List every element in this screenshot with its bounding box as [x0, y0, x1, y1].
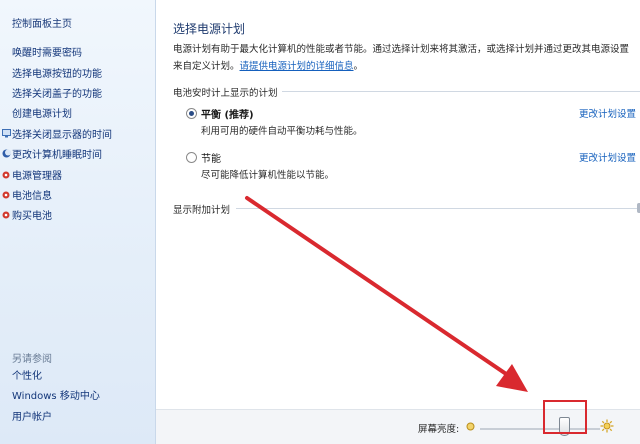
sidebar-item-label: 唤醒时需要密码 — [12, 48, 82, 60]
sidebar-item-display-off[interactable]: 选择关闭显示器的时间 — [0, 126, 155, 146]
sidebar-link-mobility-center[interactable]: Windows 移动中心 — [0, 387, 155, 407]
bright-sun-icon — [600, 419, 614, 436]
see-also-links: 个性化 Windows 移动中心 用户帐户 — [0, 367, 155, 428]
annotation-highlight-box — [543, 400, 587, 434]
plans-group-label: 电池安时计上显示的计划 — [173, 85, 282, 99]
monitor-icon — [0, 126, 12, 146]
change-plan-settings-link[interactable]: 更改计划设置 — [579, 106, 636, 120]
moon-icon — [0, 146, 12, 166]
sidebar-item-create-plan[interactable]: 创建电源计划 — [0, 105, 155, 125]
sidebar-item-label: 电池信息 — [12, 190, 52, 202]
sidebar-item-label: 选择关闭显示器的时间 — [12, 129, 112, 141]
sidebar-item-battery-info[interactable]: 电池信息 — [0, 187, 155, 207]
sidebar-item-label: 购买电池 — [12, 211, 52, 223]
plan-name[interactable]: 平衡 (推荐) — [201, 106, 254, 121]
description-end: 。 — [353, 61, 364, 72]
plan-description: 尽可能降低计算机性能以节能。 — [201, 170, 335, 181]
plan-balanced-radio[interactable] — [186, 108, 197, 119]
additional-plans-divider — [236, 208, 640, 209]
plan-power-saver-radio[interactable] — [186, 152, 197, 163]
sidebar-item-lid-close[interactable]: 选择关闭盖子的功能 — [0, 85, 155, 105]
dim-sun-icon — [466, 422, 475, 434]
sidebar-tasks: 唤醒时需要密码 选择电源按钮的功能 选择关闭盖子的功能 创建电源计划 选择关闭显… — [0, 44, 155, 228]
red-dot-icon — [0, 207, 12, 227]
plan-name[interactable]: 节能 — [201, 150, 221, 165]
sidebar-item-label: 选择关闭盖子的功能 — [12, 88, 102, 100]
red-dot-icon — [0, 187, 12, 207]
sidebar-item-sleep-time[interactable]: 更改计算机睡眠时间 — [0, 146, 155, 166]
page-title: 选择电源计划 — [173, 22, 246, 36]
plan-details-link[interactable]: 请提供电源计划的详细信息 — [240, 61, 354, 72]
sidebar: 控制面板主页 唤醒时需要密码 选择电源按钮的功能 选择关闭盖子的功能 创建电源计… — [0, 0, 156, 444]
show-additional-plans[interactable]: 显示附加计划 — [173, 202, 235, 216]
sidebar-item-power-manager[interactable]: 电源管理器 — [0, 166, 155, 186]
description-text: 电源计划有助于最大化计算机的性能或者节能。通过选择计划来将其激活，或选择计划并通… — [173, 44, 630, 55]
sidebar-item-power-button[interactable]: 选择电源按钮的功能 — [0, 64, 155, 84]
description-text-2: 来自定义计划。 — [173, 61, 240, 72]
group-divider — [276, 91, 640, 92]
sidebar-item-wake-password[interactable]: 唤醒时需要密码 — [0, 44, 155, 64]
plan-description: 利用可用的硬件自动平衡功耗与性能。 — [201, 126, 363, 137]
sidebar-item-buy-battery[interactable]: 购买电池 — [0, 207, 155, 227]
change-plan-settings-link[interactable]: 更改计划设置 — [579, 150, 636, 164]
sidebar-item-label: 选择电源按钮的功能 — [12, 68, 102, 80]
red-dot-icon — [0, 167, 12, 187]
sidebar-item-label: 更改计算机睡眠时间 — [12, 150, 102, 162]
control-panel-home-link[interactable]: 控制面板主页 — [12, 15, 72, 30]
brightness-label: 屏幕亮度: — [418, 424, 460, 435]
page-description: 电源计划有助于最大化计算机的性能或者节能。通过选择计划来将其激活，或选择计划并通… — [173, 41, 639, 75]
sidebar-link-user-accounts[interactable]: 用户帐户 — [0, 408, 155, 428]
sidebar-item-label: 电源管理器 — [12, 170, 62, 182]
see-also-heading: 另请参阅 — [12, 354, 52, 365]
sidebar-link-personalization[interactable]: 个性化 — [0, 367, 155, 387]
sidebar-item-label: 创建电源计划 — [12, 109, 72, 121]
main-panel: 选择电源计划 电源计划有助于最大化计算机的性能或者节能。通过选择计划来将其激活，… — [156, 0, 640, 444]
